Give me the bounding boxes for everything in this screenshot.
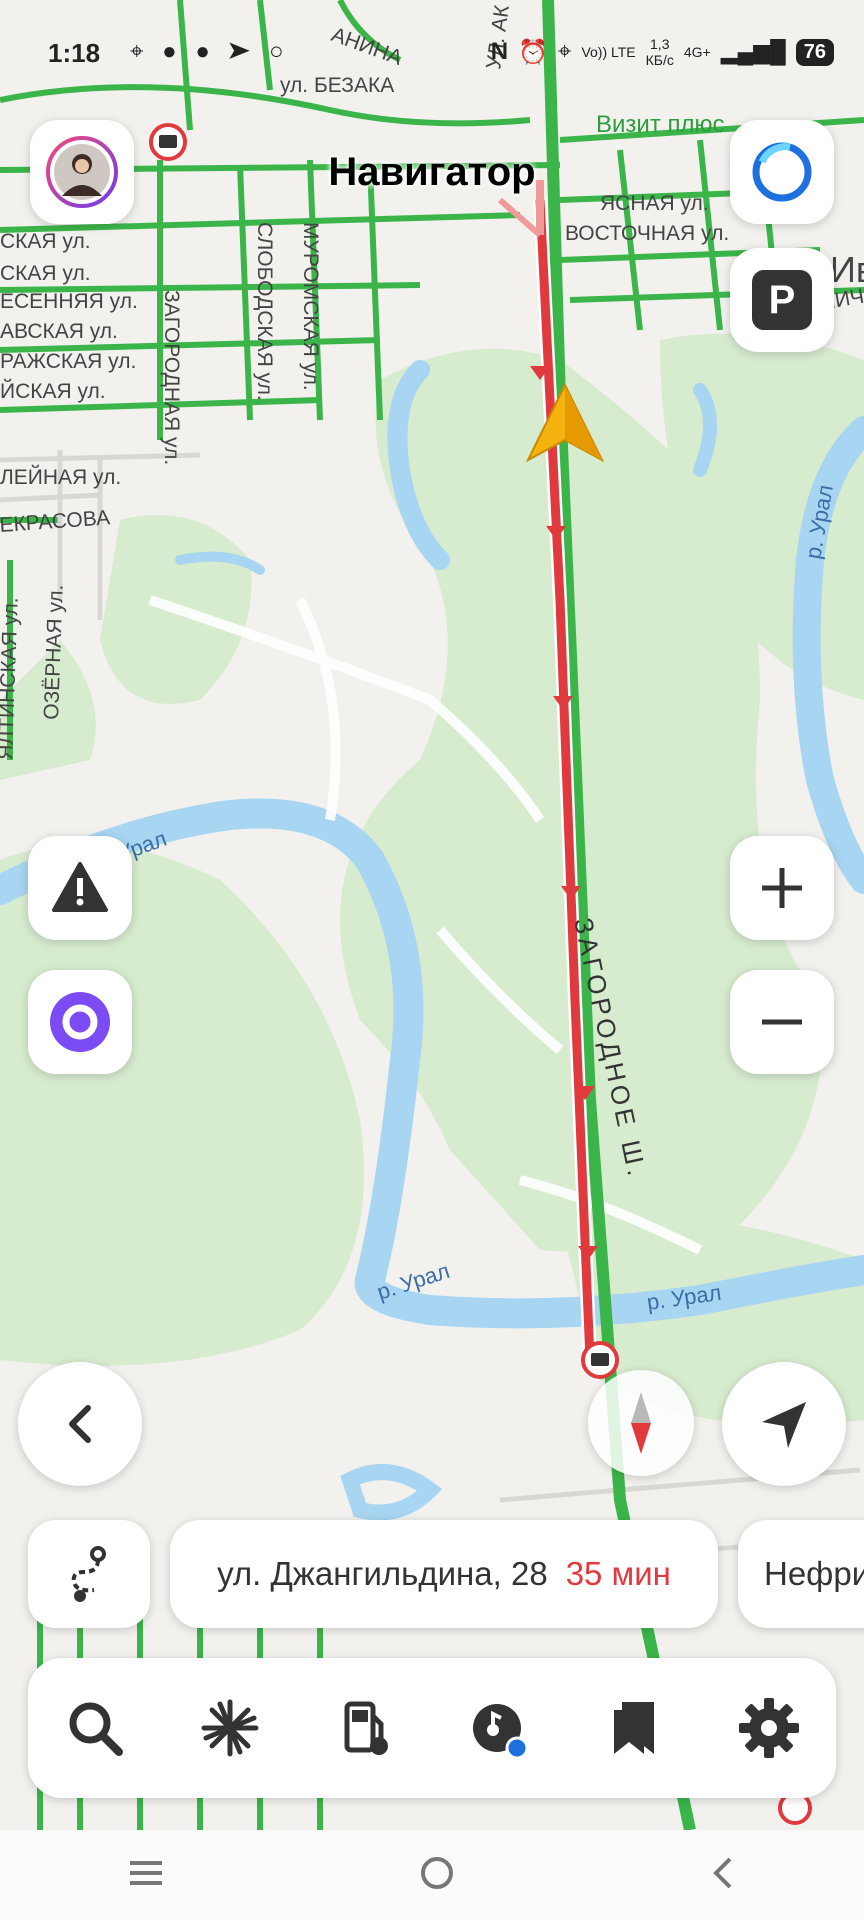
label-iv: Ив: [830, 249, 864, 290]
battery-indicator: 76: [795, 38, 834, 66]
alice-voice-button[interactable]: [28, 970, 132, 1074]
route-next-option[interactable]: Нефрит: [738, 1520, 864, 1628]
alice-icon: [50, 992, 110, 1052]
music-button[interactable]: [449, 1678, 549, 1778]
signal-icon: ▂▄▆█: [720, 39, 786, 64]
warning-icon: [52, 862, 108, 912]
settings-icon: [738, 1698, 799, 1758]
minus-icon: [762, 1019, 802, 1025]
report-incident-button[interactable]: [28, 836, 132, 940]
label-leynaya: ЛЕЙНАЯ ул.: [0, 465, 121, 489]
route-next-label: Нефрит: [764, 1555, 864, 1592]
discover-icon: [201, 1699, 259, 1757]
route-eta: 35 мин: [565, 1555, 671, 1592]
menu-icon: [130, 1860, 163, 1885]
system-back-button[interactable]: [708, 1855, 738, 1896]
chevron-left-icon: [69, 1405, 91, 1443]
zoom-in-button[interactable]: [730, 836, 834, 940]
discover-button[interactable]: [180, 1678, 280, 1778]
bookmarks-icon: [613, 1702, 654, 1754]
route-alternatives-button[interactable]: [28, 1520, 150, 1628]
label-vostochnaya: ВОСТОЧНАЯ ул.: [565, 222, 729, 245]
notification-icons: ⌖ ● ● ➤ ○: [130, 38, 290, 65]
net-speed: 1,3 КБ/с: [645, 36, 674, 68]
location-icon: ⌖: [557, 38, 572, 65]
music-icon: [473, 1704, 529, 1760]
back-button[interactable]: [18, 1362, 142, 1486]
label-muromskaya: МУРОМСКАЯ ул.: [299, 222, 322, 391]
label-iskaya1: СКАЯ ул.: [0, 230, 91, 253]
compass-button[interactable]: [588, 1370, 694, 1476]
bottom-toolbar: [28, 1658, 836, 1798]
profile-avatar-button[interactable]: [30, 120, 134, 224]
status-bar: 1:18 ⌖ ● ● ➤ ○ N ⏰ ⌖ Vo)) LTE 1,3 КБ/с 4…: [0, 30, 864, 78]
search-icon: [69, 1702, 124, 1756]
network-type: 4G+: [683, 44, 711, 60]
bookmarks-button[interactable]: [584, 1678, 684, 1778]
parking-button[interactable]: P: [730, 248, 834, 352]
gas-station-icon: [344, 1701, 388, 1755]
recent-apps-button[interactable]: [126, 1858, 166, 1893]
status-time: 1:18: [48, 38, 101, 68]
home-button[interactable]: [419, 1855, 455, 1896]
search-button[interactable]: [45, 1678, 145, 1778]
route-destination: ул. Джангильдина, 28: [217, 1555, 548, 1592]
plus-icon: [762, 868, 802, 908]
label-razhskaya: РАЖСКАЯ ул.: [0, 350, 136, 373]
route-icon: [71, 1546, 106, 1602]
label-vizit: Визит плюс: [596, 111, 724, 138]
label-ozernaya: ОЗЁРНАЯ ул.: [40, 584, 68, 720]
settings-button[interactable]: [719, 1678, 819, 1778]
label-zagorodnaya: ЗАГОРОДНАЯ ул.: [160, 290, 183, 465]
system-nav-bar: [0, 1830, 864, 1920]
alice-ring-icon: [752, 142, 812, 202]
zoom-out-button[interactable]: [730, 970, 834, 1074]
label-yskaya: ЙСКАЯ ул.: [0, 379, 106, 403]
label-vesennyaya: ЕСЕННЯЯ ул.: [0, 290, 138, 313]
label-yasnaya: ЯСНАЯ ул.: [600, 192, 709, 215]
home-circle-icon: [420, 1856, 453, 1889]
alarm-icon: ⏰: [518, 38, 548, 66]
back-chevron-icon: [712, 1857, 732, 1888]
label-iskaya2: СКАЯ ул.: [0, 262, 91, 285]
alice-assistant-button[interactable]: [730, 120, 834, 224]
status-right: N ⏰ ⌖ Vo)) LTE 1,3 КБ/с 4G+ ▂▄▆█ 76: [491, 36, 834, 68]
label-vskaya: АВСКАЯ ул.: [0, 320, 118, 343]
parking-icon: P: [752, 270, 812, 330]
label-slobodskaya: СЛОБОДСКАЯ ул.: [253, 222, 276, 401]
compass-icon: [631, 1392, 651, 1454]
my-location-button[interactable]: [722, 1362, 846, 1486]
volte-label: Vo)) LTE: [581, 44, 636, 60]
route-summary[interactable]: ул. Джангильдина, 28 35 мин: [170, 1520, 718, 1628]
gas-station-button[interactable]: [315, 1678, 415, 1778]
avatar: [46, 136, 118, 208]
nfc-icon: N: [490, 38, 509, 65]
location-arrow-icon: [762, 1402, 806, 1448]
